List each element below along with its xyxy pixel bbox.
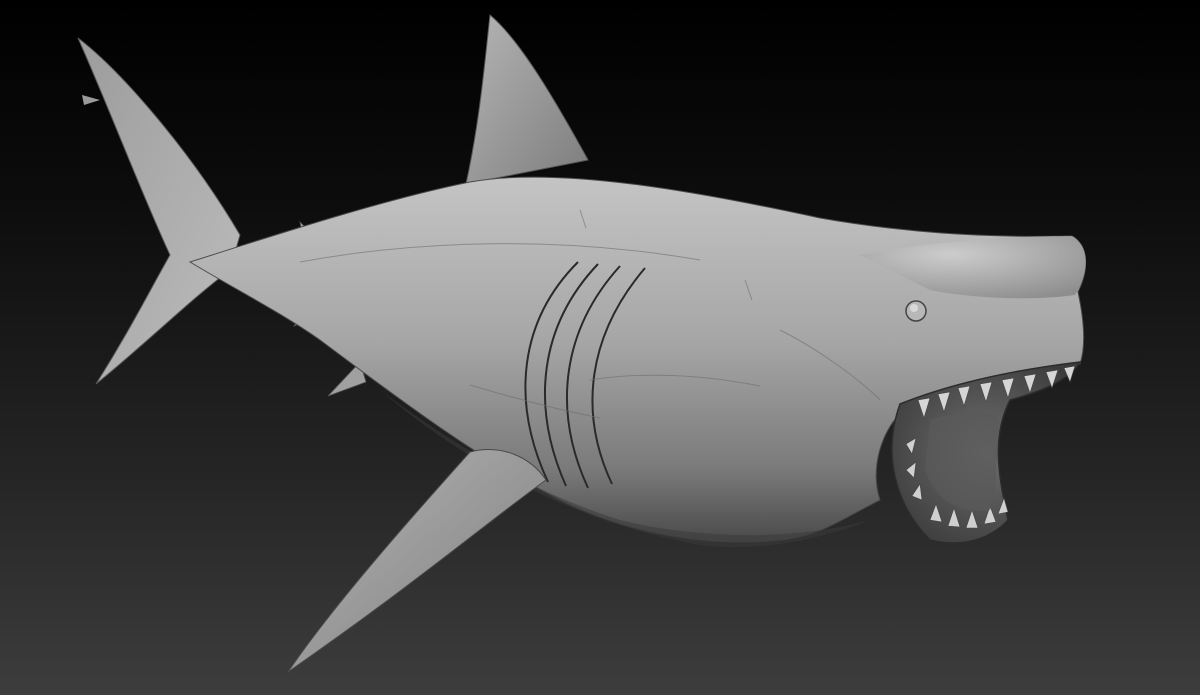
pectoral-fin (287, 449, 547, 673)
tail-fin (77, 37, 241, 385)
dorsal-fin (465, 14, 589, 185)
shark-sculpt-render (77, 14, 1087, 673)
sculpt-viewport[interactable] (0, 0, 1200, 695)
